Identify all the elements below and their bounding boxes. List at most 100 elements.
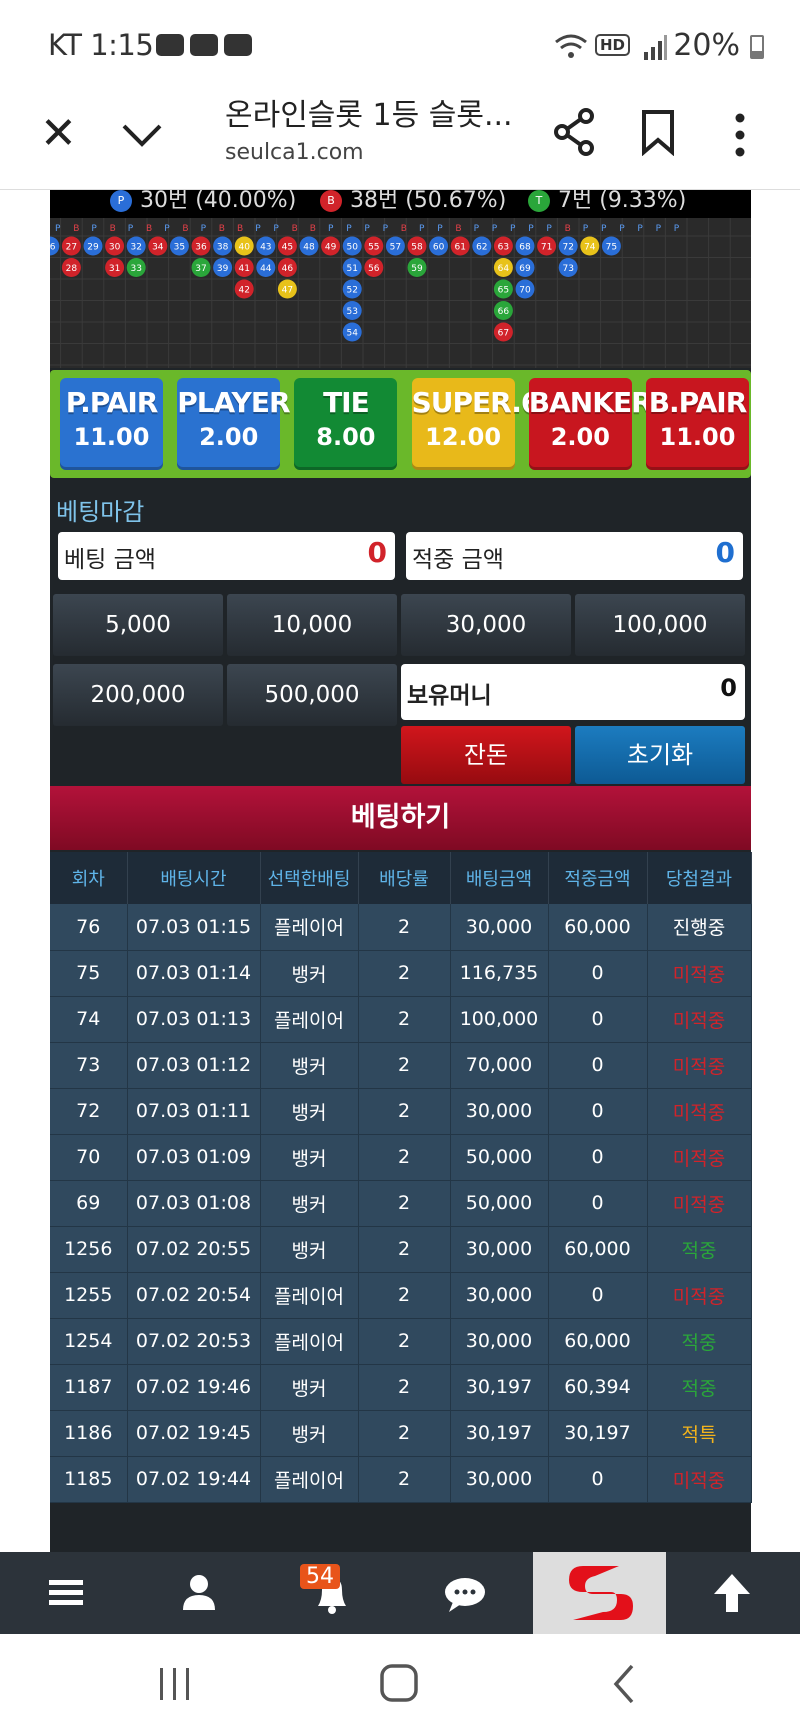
- road-bead-label: 68: [519, 243, 531, 253]
- bead-road: P B P B P B P B P B B P P B B P P P P B P P B P P P P P B P P P P P P 26 27 2…: [50, 218, 751, 368]
- cell-pick: 플레이어: [260, 904, 359, 951]
- site-logo[interactable]: [533, 1552, 666, 1634]
- stat-banker-text: 38번 (50.67%): [350, 190, 507, 213]
- chip-30000-button[interactable]: 30,000: [401, 594, 571, 656]
- cell-result: 적중: [647, 1318, 752, 1365]
- table-row: 76 07.03 01:15 플레이어 2 30,000 60,000 진행중: [50, 904, 752, 951]
- road-header-mark: B: [219, 224, 225, 234]
- road-bead-label: 54: [346, 329, 358, 339]
- bet-option-odds: 8.00: [316, 423, 376, 451]
- recent-apps-icon[interactable]: [150, 1662, 200, 1706]
- cell-result: 진행중: [647, 904, 752, 951]
- cell-round: 1254: [50, 1318, 128, 1365]
- road-bead-label: 69: [519, 264, 531, 274]
- betting-closed-label: 베팅마감: [56, 498, 145, 526]
- cell-pick: 플레이어: [260, 1272, 359, 1319]
- balance-field: 보유머니 0: [401, 664, 745, 720]
- page-title[interactable]: 온라인슬롯 1등 슬롯...: [225, 90, 513, 134]
- chip-5000-button[interactable]: 5,000: [53, 594, 223, 656]
- cell-pick: 플레이어: [260, 1318, 359, 1365]
- page-domain[interactable]: seulca1.com: [225, 140, 364, 165]
- road-bead-label: 32: [130, 243, 141, 253]
- road-bead-label: 45: [282, 243, 293, 253]
- chip-500000-button[interactable]: 500,000: [227, 664, 397, 726]
- chip-200000-button[interactable]: 200,000: [53, 664, 223, 726]
- cell-result: 미적중: [647, 1088, 752, 1135]
- road-header-mark: P: [255, 224, 261, 234]
- cell-pick: 뱅커: [260, 1042, 359, 1089]
- road-bead-label: 28: [66, 264, 78, 274]
- bet-option-b-pair[interactable]: B.PAIR 11.00: [646, 378, 749, 470]
- player-badge: P: [110, 190, 132, 212]
- bet-option-banker[interactable]: BANKER 2.00: [528, 378, 653, 470]
- road-header-mark: P: [437, 224, 443, 234]
- col-amount: 배팅금액: [450, 852, 549, 904]
- change-button[interactable]: 잔돈: [401, 726, 571, 784]
- road-bead-label: 59: [411, 264, 423, 274]
- road-bead-label: 34: [152, 243, 164, 253]
- cell-odds: 2: [358, 1410, 451, 1457]
- place-bet-button[interactable]: 베팅하기: [50, 786, 751, 850]
- stat-banker: B 38번 (50.67%): [320, 190, 506, 214]
- scroll-top-icon[interactable]: [666, 1552, 799, 1634]
- user-icon[interactable]: [133, 1552, 266, 1634]
- cell-result: 미적중: [647, 1042, 752, 1089]
- chip-100000-button[interactable]: 100,000: [575, 594, 745, 656]
- cell-round: 1255: [50, 1272, 128, 1319]
- cell-amount: 30,000: [450, 1318, 549, 1365]
- reset-button[interactable]: 초기화: [575, 726, 745, 784]
- cell-round: 70: [50, 1134, 128, 1181]
- bottom-nav: 54: [0, 1552, 800, 1634]
- cell-win: 0: [548, 1456, 648, 1503]
- cell-win: 30,197: [548, 1410, 648, 1457]
- road-header-mark: B: [146, 224, 152, 234]
- bookmark-icon[interactable]: [640, 108, 676, 156]
- cell-round: 1186: [50, 1410, 128, 1457]
- chip-10000-button[interactable]: 10,000: [227, 594, 397, 656]
- bet-option-name: P.PAIR: [65, 386, 159, 419]
- stat-player-text: 30번 (40.00%): [140, 190, 297, 213]
- road-bead-label: 71: [541, 243, 552, 253]
- road-header-mark: P: [637, 224, 643, 234]
- cell-pick: 뱅커: [260, 1134, 359, 1181]
- battery-icon: [750, 35, 764, 59]
- bet-option-super-6[interactable]: SUPER.6 12.00: [411, 378, 540, 470]
- cell-amount: 116,735: [450, 950, 549, 997]
- cell-round: 1185: [50, 1456, 128, 1503]
- close-icon[interactable]: ✕: [40, 112, 77, 156]
- road-bead-label: 51: [346, 264, 357, 274]
- road-bead-label: 43: [260, 243, 271, 253]
- cell-win: 0: [548, 1272, 648, 1319]
- bet-option-p-pair[interactable]: P.PAIR 11.00: [60, 378, 163, 470]
- signal-icon: [644, 35, 667, 60]
- chat-icon[interactable]: [399, 1552, 532, 1634]
- road-header-mark: P: [528, 224, 534, 234]
- col-win: 적중금액: [548, 852, 648, 904]
- bet-option-odds: 11.00: [659, 423, 736, 451]
- table-row: 69 07.03 01:08 뱅커 2 50,000 0 미적중: [50, 1180, 752, 1227]
- road-bead-label: 75: [606, 243, 617, 253]
- battery-percent: 20%: [673, 28, 740, 63]
- back-icon[interactable]: [604, 1662, 644, 1706]
- road-bead-label: 63: [498, 243, 509, 253]
- bet-option-tie[interactable]: TIE 8.00: [294, 378, 398, 470]
- cell-round: 1256: [50, 1226, 128, 1273]
- youtube-icon-2: [224, 34, 252, 56]
- more-icon[interactable]: [730, 110, 750, 160]
- cell-odds: 2: [358, 1272, 451, 1319]
- road-bead-label: 33: [130, 264, 141, 274]
- home-icon[interactable]: [376, 1662, 424, 1706]
- menu-icon[interactable]: [0, 1552, 133, 1634]
- road-bead-label: 53: [346, 307, 357, 317]
- tie-badge: T: [528, 190, 550, 212]
- road-header-mark: P: [328, 224, 334, 234]
- bet-option-player[interactable]: PLAYER 2.00: [177, 378, 291, 470]
- road-bead-label: 47: [282, 286, 293, 296]
- cell-odds: 2: [358, 1318, 451, 1365]
- chevron-down-icon[interactable]: [120, 116, 164, 156]
- cell-result: 미적중: [647, 950, 752, 997]
- cell-win: 60,394: [548, 1364, 648, 1411]
- wifi-icon: [555, 34, 587, 58]
- share-icon[interactable]: [552, 108, 596, 156]
- road-header-mark: P: [55, 224, 61, 234]
